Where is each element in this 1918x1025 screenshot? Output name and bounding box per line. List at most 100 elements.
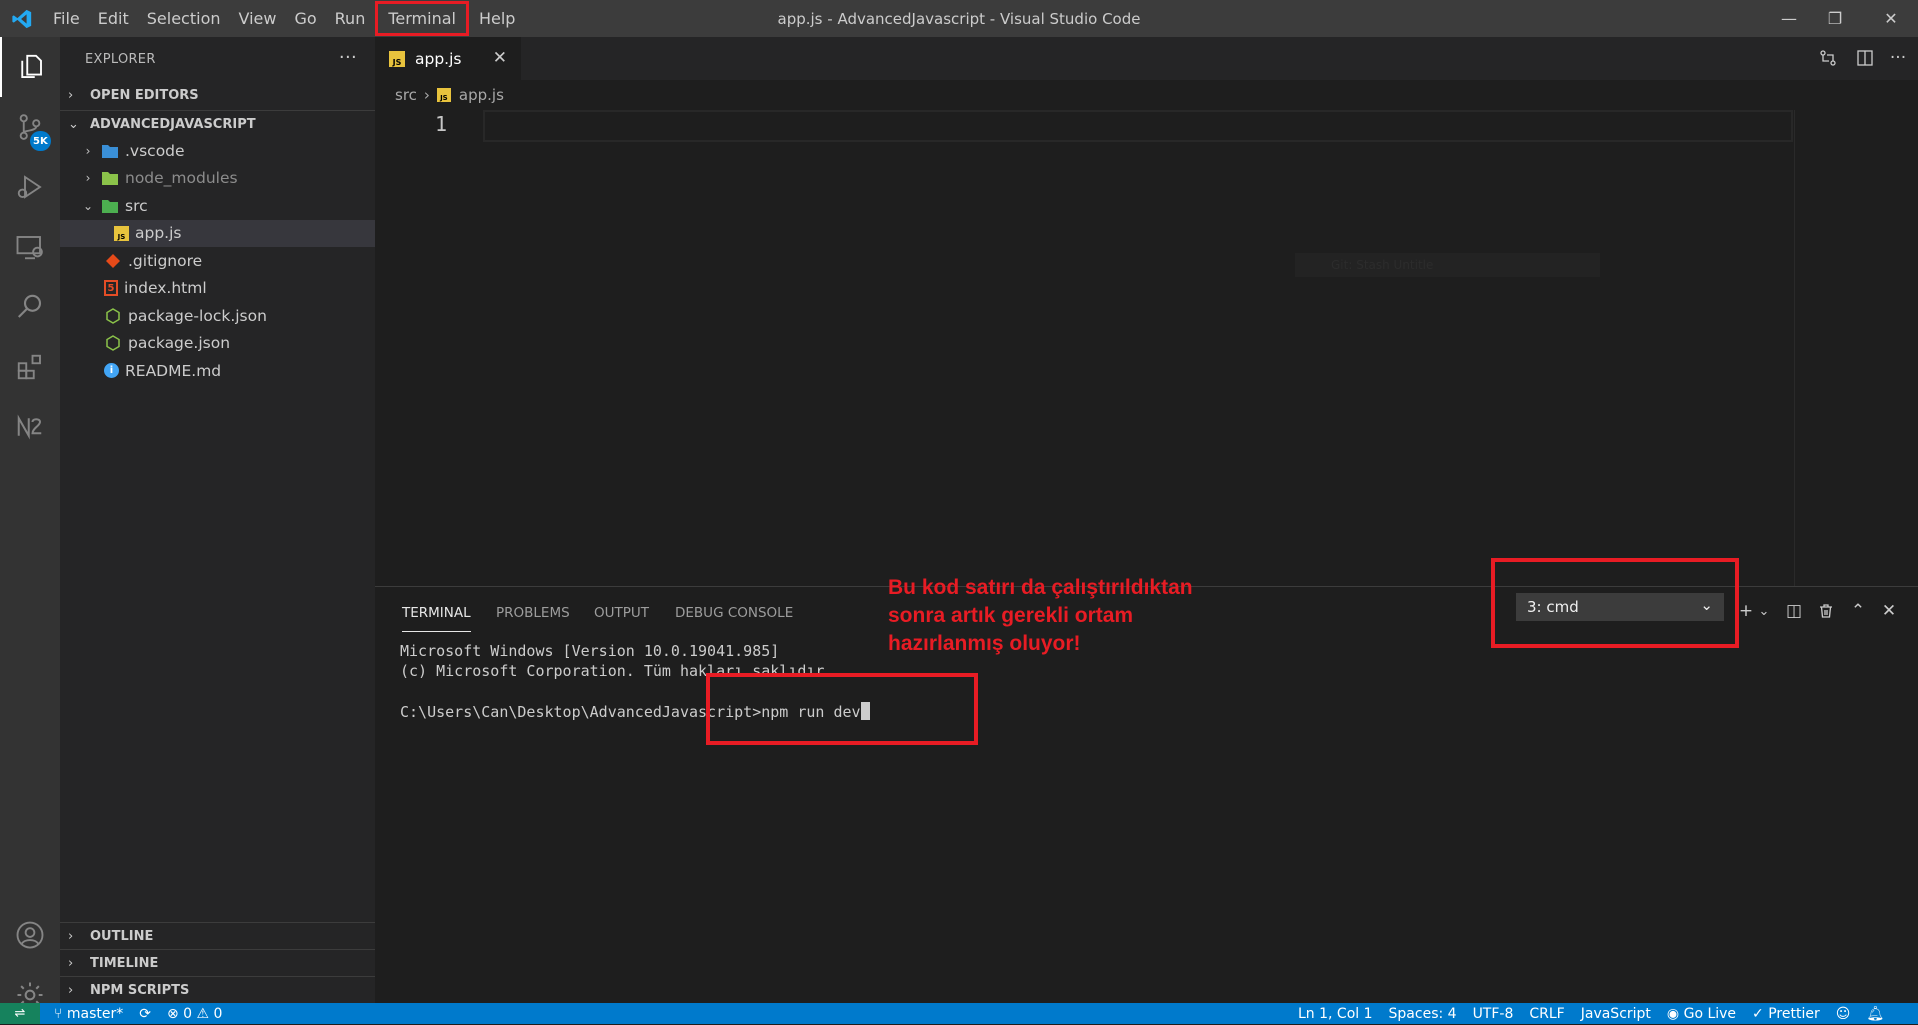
project-label: ADVANCEDJAVASCRIPT [90,116,256,132]
error-count: 0 [183,1005,193,1022]
trash-icon[interactable] [1812,597,1840,625]
problems-indicator[interactable]: ⊗ 0 ⚠ 0 [159,1006,231,1022]
tree-item-label: package-lock.json [128,306,267,325]
folder-src-icon [101,197,119,215]
menu-view[interactable]: View [230,0,286,37]
tree-item-vscode[interactable]: › .vscode [60,137,375,165]
source-control-icon[interactable]: 5K [0,97,60,157]
tree-item-package-json[interactable]: package.json [60,330,375,358]
timeline-section[interactable]: › TIMELINE [60,949,375,976]
broadcast-icon: ◉ [1666,1005,1680,1022]
menu-terminal[interactable]: Terminal [374,0,470,37]
info-file-icon: i [104,363,119,379]
menu-file[interactable]: File [44,0,89,37]
tree-item-index-html[interactable]: 5 index.html [60,275,375,303]
tree-item-node-modules[interactable]: › node_modules [60,165,375,193]
notifications-bell-icon[interactable]: 🔔︎ [1858,1006,1892,1022]
branch-label: master* [66,1005,124,1022]
prettier-button[interactable]: ✓ Prettier [1744,1006,1828,1022]
compare-changes-icon[interactable] [1815,45,1841,71]
highlight-box-terminal-select [1491,558,1739,648]
chevron-right-icon: › [68,928,74,944]
menu-run[interactable]: Run [326,0,375,37]
more-actions-icon[interactable]: ··· [339,47,357,68]
node-json-icon [104,334,122,352]
open-editors-label: OPEN EDITORS [90,88,199,103]
chevron-right-icon: › [85,143,91,158]
close-window-button[interactable]: ✕ [1866,0,1916,37]
tree-item-label: src [125,196,148,215]
tree-item-label: node_modules [125,169,238,188]
nx-console-icon[interactable] [0,397,60,457]
tree-item-readme[interactable]: i README.md [60,357,375,385]
language-mode[interactable]: JavaScript [1573,1006,1659,1022]
tree-item-label: app.js [135,224,182,243]
indentation[interactable]: Spaces: 4 [1381,1006,1465,1022]
editor-tabs: JS app.js ✕ ··· [375,37,1918,80]
tree-item-app-js[interactable]: JS app.js [60,219,375,247]
explorer-icon[interactable] [0,37,60,97]
run-debug-icon[interactable] [0,157,60,217]
open-editors-section[interactable]: › OPEN EDITORS [60,82,375,109]
menu-edit[interactable]: Edit [89,0,138,37]
tab-app-js[interactable]: JS app.js ✕ [375,37,521,80]
project-section[interactable]: ⌄ ADVANCEDJAVASCRIPT [60,110,375,137]
sync-icon[interactable]: ⟳ [131,1006,159,1022]
activity-bar: 5K [0,37,60,1008]
tab-debug-console[interactable]: DEBUG CONSOLE [675,602,793,632]
breadcrumb-file[interactable]: app.js [459,86,504,104]
title-bar: File Edit Selection View Go Run Terminal… [0,0,1918,37]
menu-selection[interactable]: Selection [138,0,230,37]
chevron-right-icon: › [85,171,91,186]
tree-item-label: .vscode [125,141,185,160]
tab-problems[interactable]: PROBLEMS [496,602,570,632]
breadcrumb-folder[interactable]: src [395,86,417,104]
line-number: 1 [435,112,448,136]
go-live-button[interactable]: ◉ Go Live [1659,1006,1744,1022]
tree-item-package-lock-json[interactable]: package-lock.json [60,302,375,330]
remote-explorer-icon[interactable] [0,217,60,277]
encoding[interactable]: UTF-8 [1465,1006,1522,1022]
npm-scripts-label: NPM SCRIPTS [90,982,190,998]
tab-output[interactable]: OUTPUT [594,602,649,632]
tree-item-src[interactable]: ⌄ src [60,192,375,220]
terminal-line: Microsoft Windows [Version 10.0.19041.98… [400,642,780,660]
accounts-icon[interactable] [0,905,60,965]
tree-item-label: index.html [124,279,207,298]
vscode-logo-icon [0,0,44,37]
tab-terminal[interactable]: TERMINAL [402,602,471,632]
warning-count: 0 [213,1005,223,1022]
npm-scripts-section[interactable]: › NPM SCRIPTS [60,976,375,1003]
chevron-down-icon[interactable]: ⌄ [1750,597,1778,625]
tab-label: app.js [415,49,462,68]
restore-button[interactable]: ❐ [1810,0,1860,37]
outline-section[interactable]: › OUTLINE [60,922,375,949]
close-panel-icon[interactable]: ✕ [1875,597,1903,625]
prettier-label: Prettier [1768,1005,1820,1022]
git-branch-icon: ⑂ [54,1005,63,1022]
remote-icon[interactable]: ⇌ [0,1003,40,1024]
chevron-right-icon: › [68,982,74,998]
editor-area[interactable]: 1 Git: Stash Untitle [375,110,1918,586]
maximize-panel-icon[interactable]: ⌃ [1844,597,1872,625]
error-icon: ⊗ [166,1005,179,1022]
menu-go[interactable]: Go [285,0,325,37]
double-check-icon: ✓ [1752,1005,1764,1022]
extensions-icon[interactable] [0,337,60,397]
branch-indicator[interactable]: ⑂ master* [46,1006,131,1022]
close-tab-icon[interactable]: ✕ [493,48,507,68]
tree-item-gitignore[interactable]: .gitignore [60,247,375,275]
split-terminal-icon[interactable]: ◫ [1780,597,1808,625]
minimize-button[interactable]: — [1764,0,1814,37]
more-actions-icon[interactable]: ··· [1885,45,1911,71]
minimap-divider [1794,110,1795,586]
feedback-icon[interactable]: ☺ [1828,1006,1859,1022]
split-editor-icon[interactable] [1852,45,1878,71]
search-icon[interactable] [0,277,60,337]
scm-badge: 5K [30,131,51,151]
end-of-line[interactable]: CRLF [1521,1006,1572,1022]
timeline-label: TIMELINE [90,955,159,971]
warning-icon: ⚠ [196,1005,210,1022]
cursor-position[interactable]: Ln 1, Col 1 [1290,1006,1381,1022]
menu-help[interactable]: Help [470,0,524,37]
